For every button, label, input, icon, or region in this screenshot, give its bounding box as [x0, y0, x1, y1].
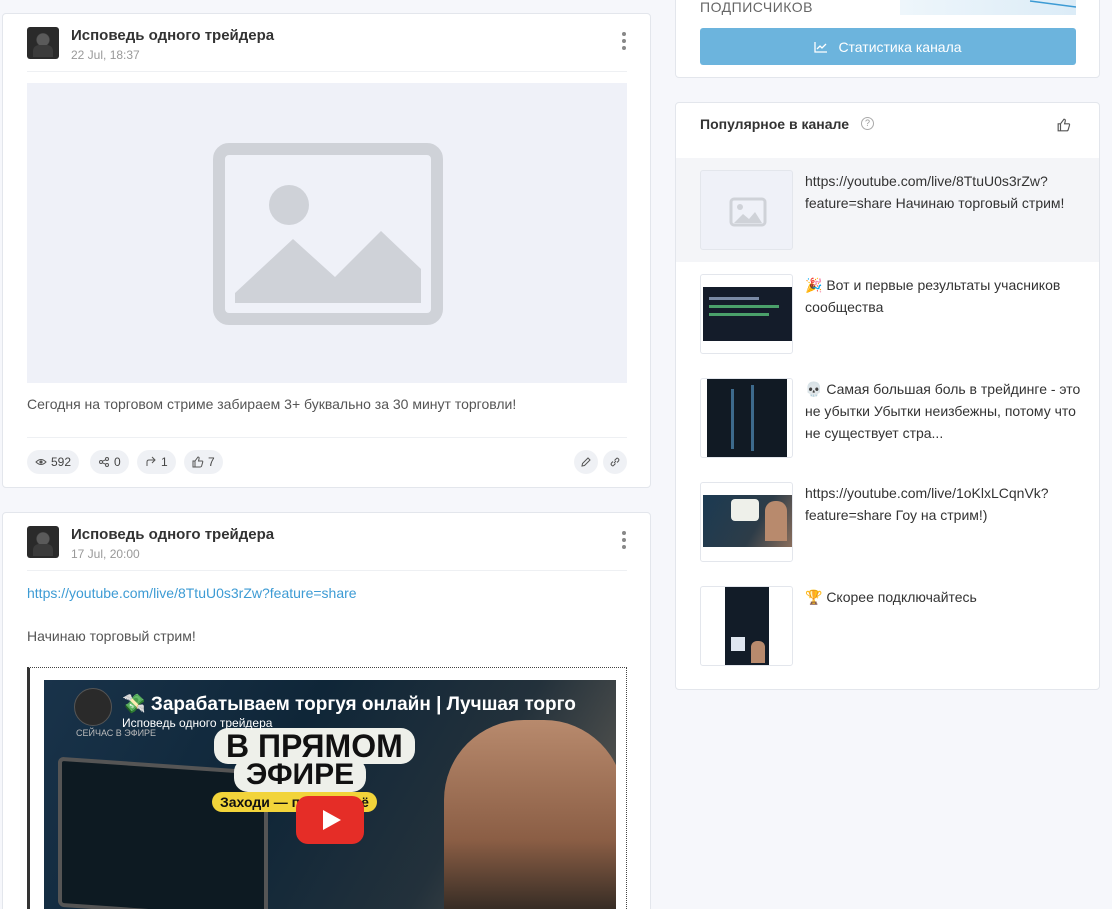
post-card: Исповедь одного трейдера 17 Jul, 20:00 h… [2, 512, 651, 909]
video-player[interactable]: В ПРЯМОМ ЭФИРЕ Заходи — покажу всё СЕЙЧА… [44, 680, 616, 909]
link-button[interactable] [603, 450, 627, 474]
popular-thumbnail [700, 274, 793, 354]
popular-thumbnail [700, 586, 793, 666]
likes-count: 7 [208, 455, 215, 469]
popular-text: https://youtube.com/live/8TtuU0s3rZw?fea… [805, 173, 1065, 211]
popular-title: Популярное в канале [700, 116, 849, 132]
image-placeholder-icon [213, 143, 443, 325]
views-count: 592 [51, 455, 72, 469]
image-placeholder-icon [729, 197, 767, 227]
shares-counter[interactable]: 0 [90, 450, 129, 474]
post-header: Исповедь одного трейдера 17 Jul, 20:00 [27, 526, 627, 571]
image-placeholder [27, 83, 627, 383]
channel-name[interactable]: Исповедь одного трейдера [71, 526, 274, 543]
popular-item[interactable]: 💀 Самая большая боль в трейдинге - это н… [676, 366, 1099, 470]
share-icon [99, 457, 109, 467]
popular-text: 🎉 Вот и первые результаты учасников сооб… [805, 277, 1061, 315]
post-text: Сегодня на торговом стриме забираем 3+ б… [27, 396, 517, 412]
post-date: 22 Jul, 18:37 [71, 48, 140, 62]
video-channel[interactable]: Исповедь одного трейдера [122, 716, 272, 730]
more-menu-icon[interactable] [621, 531, 627, 551]
youtube-embed: В ПРЯМОМ ЭФИРЕ Заходи — покажу всё СЕЙЧА… [27, 667, 627, 909]
shares-count: 0 [114, 455, 121, 469]
post-text: Начинаю торговый стрим! [27, 628, 196, 644]
popular-item[interactable]: 🏆 Скорее подключайтесь [676, 574, 1099, 678]
more-menu-icon[interactable] [621, 32, 627, 52]
popular-text: https://youtube.com/live/1oKlxLCqnVk?fea… [805, 485, 1049, 523]
link-icon [610, 457, 620, 467]
channel-stats-card: ПОДПИСЧИКОВ Статистика канала [675, 0, 1100, 78]
forward-icon [146, 456, 156, 466]
play-icon[interactable] [296, 796, 364, 844]
post-link[interactable]: https://youtube.com/live/8TtuU0s3rZw?fea… [27, 585, 357, 601]
popular-thumbnail [700, 170, 793, 250]
likes-counter[interactable]: 7 [184, 450, 223, 474]
thumbs-up-icon [192, 456, 204, 468]
channel-name[interactable]: Исповедь одного трейдера [71, 27, 274, 44]
post-date: 17 Jul, 20:00 [71, 547, 140, 561]
video-thumbnail-text: ЭФИРЕ [234, 758, 367, 792]
forwards-counter[interactable]: 1 [137, 450, 176, 474]
popular-item[interactable]: https://youtube.com/live/1oKlxLCqnVk?fea… [676, 470, 1099, 574]
channel-avatar[interactable] [27, 27, 59, 59]
channel-avatar[interactable] [27, 526, 59, 558]
post-card: Исповедь одного трейдера 22 Jul, 18:37 С… [2, 13, 651, 488]
popular-thumbnail [700, 482, 793, 562]
popular-thumbnail [700, 378, 793, 458]
edit-button[interactable] [574, 450, 598, 474]
channel-stats-button[interactable]: Статистика канала [700, 28, 1076, 65]
post-footer: 592 0 1 7 [27, 437, 627, 477]
forwards-count: 1 [161, 455, 168, 469]
views-counter: 592 [27, 450, 80, 474]
subscribers-label: ПОДПИСЧИКОВ [700, 0, 814, 15]
channel-stats-label: Статистика канала [838, 38, 962, 55]
thumbs-up-icon[interactable] [1057, 118, 1071, 132]
line-chart-icon [814, 41, 828, 53]
video-title[interactable]: 💸 Зарабатываем торгуя онлайн | Лучшая то… [122, 692, 576, 716]
video-thumbnail-face [444, 720, 616, 909]
help-icon[interactable]: ? [861, 117, 874, 130]
popular-text: 💀 Самая большая боль в трейдинге - это н… [805, 381, 1081, 441]
eye-icon [35, 459, 47, 465]
subscribers-mini-chart [900, 0, 1077, 15]
pencil-icon [581, 457, 591, 467]
popular-text: 🏆 Скорее подключайтесь [805, 589, 977, 605]
video-channel-avatar[interactable] [74, 688, 112, 726]
popular-item[interactable]: 🎉 Вот и первые результаты учасников сооб… [676, 262, 1099, 366]
popular-item[interactable]: https://youtube.com/live/8TtuU0s3rZw?fea… [676, 158, 1099, 262]
popular-card: Популярное в канале ? https://youtube.co… [675, 102, 1100, 690]
post-header: Исповедь одного трейдера 22 Jul, 18:37 [27, 27, 627, 72]
